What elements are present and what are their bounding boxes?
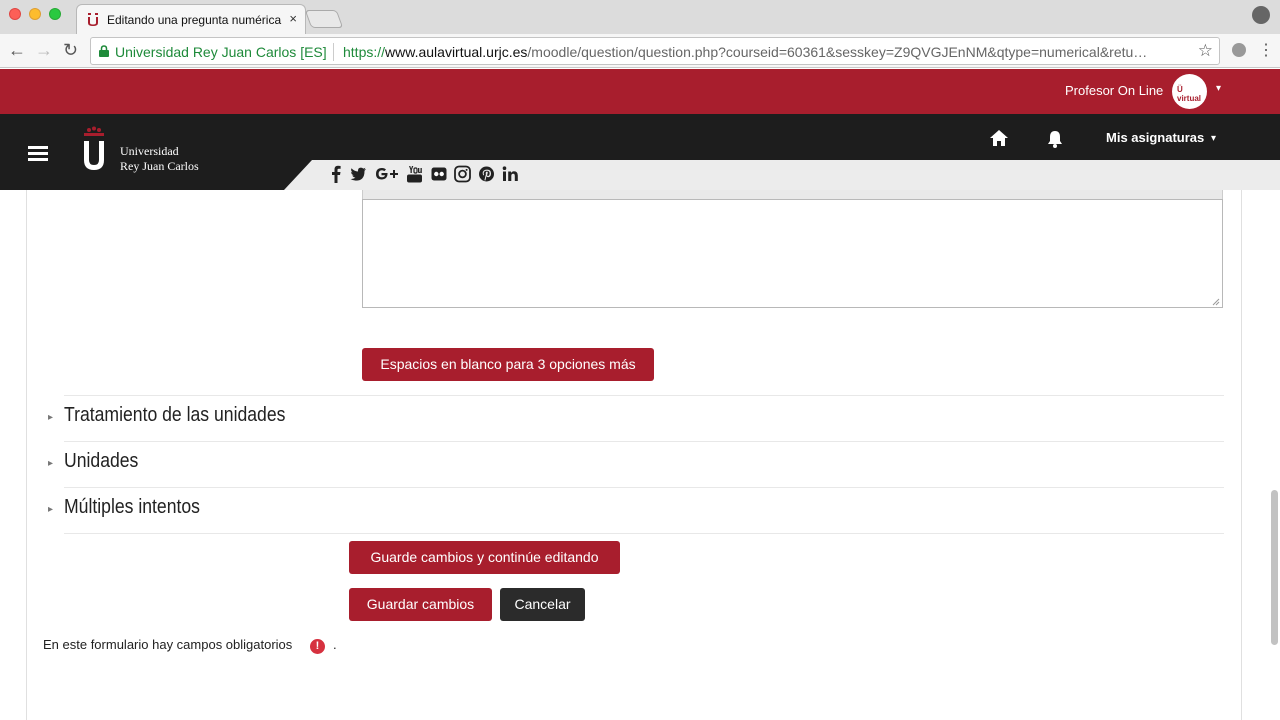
editor-toolbar-edge: [362, 190, 1223, 199]
avatar[interactable]: Ü virtual: [1172, 74, 1207, 109]
extension-icon[interactable]: [1232, 43, 1246, 57]
close-tab-icon[interactable]: ×: [289, 11, 297, 26]
site-identity: Universidad Rey Juan Carlos [ES]: [115, 44, 327, 60]
twitter-icon[interactable]: [350, 165, 367, 183]
linkedin-icon[interactable]: [502, 165, 519, 183]
courses-caret-icon[interactable]: ▾: [1211, 133, 1216, 144]
urjc-favicon-icon: [88, 13, 98, 26]
maximize-window-button[interactable]: [49, 8, 61, 20]
my-courses-menu[interactable]: Mis asignaturas: [1106, 130, 1204, 145]
url-path: /moodle/question/question.php?courseid=6…: [527, 44, 1148, 60]
required-fields-note: En este formulario hay campos obligatori…: [43, 637, 293, 652]
section-divider: [64, 533, 1224, 534]
required-note-period: .: [333, 637, 337, 652]
section-divider: [64, 441, 1224, 442]
page-border-right: [1241, 190, 1242, 720]
expand-arrow-icon: ▸: [48, 458, 54, 469]
tab-title: Editando una pregunta numérica: [107, 13, 282, 27]
user-name[interactable]: Profesor On Line: [1065, 83, 1163, 98]
browser-profile-icon[interactable]: [1252, 6, 1270, 24]
user-menu-caret-icon[interactable]: ▾: [1216, 83, 1221, 94]
expand-arrow-icon: ▸: [48, 504, 54, 515]
reload-icon[interactable]: ↻: [63, 40, 78, 60]
url-host: www.aulavirtual.urjc.es: [385, 44, 528, 60]
section-title: Múltiples intentos: [64, 496, 200, 518]
resize-grip-icon[interactable]: [1212, 298, 1220, 306]
youtube-icon[interactable]: [406, 165, 423, 183]
section-divider: [64, 487, 1224, 488]
user-bar: Profesor On Line Ü virtual ▾: [0, 69, 1280, 114]
flickr-icon[interactable]: [431, 165, 447, 183]
back-arrow-icon[interactable]: ←: [8, 40, 26, 60]
university-name[interactable]: Universidad Rey Juan Carlos: [120, 144, 199, 174]
pinterest-icon[interactable]: [478, 165, 495, 183]
browser-toolbar: ← → ↻ Universidad Rey Juan Carlos [ES] h…: [0, 34, 1280, 68]
url-text: https://www.aulavirtual.urjc.es/moodle/q…: [343, 44, 1193, 60]
instagram-icon[interactable]: [454, 165, 471, 183]
url-scheme: https://: [343, 44, 386, 60]
page-border-left: [26, 190, 27, 720]
university-name-line2: Rey Juan Carlos: [120, 159, 199, 173]
close-window-button[interactable]: [9, 8, 21, 20]
urjc-logo-icon: [84, 126, 104, 170]
avatar-logo-text: Ü virtual: [1177, 85, 1202, 103]
facebook-icon[interactable]: [331, 165, 341, 183]
browser-tab[interactable]: Editando una pregunta numérica ×: [76, 4, 306, 34]
minimize-window-button[interactable]: [29, 8, 41, 20]
browser-tab-bar: Editando una pregunta numérica ×: [0, 0, 1280, 34]
save-button[interactable]: Guardar cambios: [349, 588, 492, 621]
save-and-continue-button[interactable]: Guarde cambios y continúe editando: [349, 541, 620, 574]
add-blanks-button[interactable]: Espacios en blanco para 3 opciones más: [362, 348, 654, 381]
browser-menu-icon[interactable]: ⋮: [1258, 40, 1274, 60]
address-bar[interactable]: Universidad Rey Juan Carlos [ES] https:/…: [90, 37, 1220, 65]
expand-arrow-icon: ▸: [48, 412, 54, 423]
section-title: Unidades: [64, 450, 139, 472]
google-plus-icon[interactable]: [375, 165, 399, 183]
forward-arrow-icon[interactable]: →: [35, 40, 53, 60]
main-navbar: Universidad Rey Juan Carlos Mis asignatu…: [0, 114, 1280, 190]
university-name-line1: Universidad: [120, 144, 179, 158]
required-exclamation-icon: !: [310, 639, 325, 654]
feedback-textarea[interactable]: [362, 199, 1223, 308]
lock-icon: [99, 45, 109, 57]
new-tab-button[interactable]: [304, 10, 344, 28]
cancel-button[interactable]: Cancelar: [500, 588, 585, 621]
hamburger-menu-icon[interactable]: [28, 146, 48, 162]
page-scrollbar[interactable]: [1271, 490, 1278, 645]
address-separator: [333, 43, 334, 61]
home-icon[interactable]: [989, 129, 1009, 147]
section-divider: [64, 395, 1224, 396]
bookmark-star-icon[interactable]: ☆: [1198, 41, 1213, 61]
section-title: Tratamiento de las unidades: [64, 404, 286, 426]
bell-icon[interactable]: [1047, 130, 1063, 148]
